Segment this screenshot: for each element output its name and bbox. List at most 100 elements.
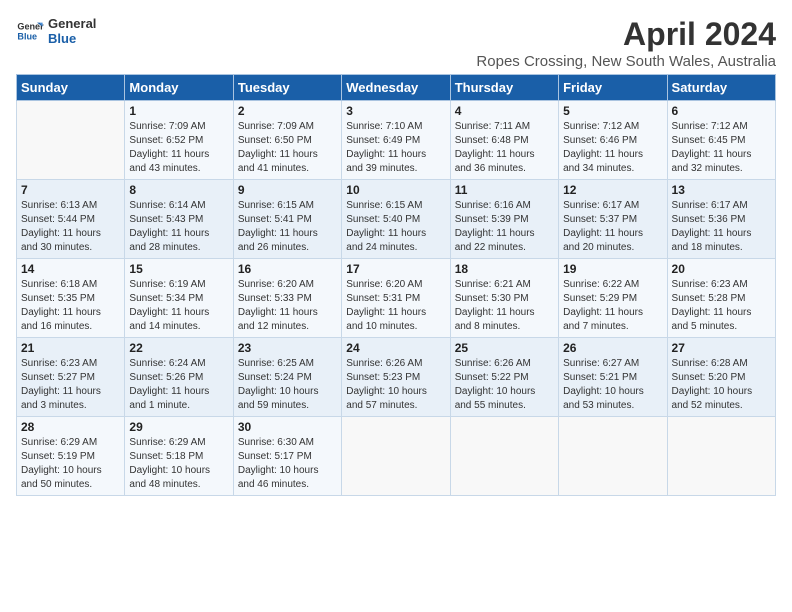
week-row-4: 21Sunrise: 6:23 AMSunset: 5:27 PMDayligh… — [17, 338, 776, 417]
day-number: 3 — [346, 104, 445, 118]
day-info: Sunrise: 6:30 AMSunset: 5:17 PMDaylight:… — [238, 436, 337, 492]
day-info-line: Sunset: 6:52 PM — [129, 135, 203, 146]
day-number: 13 — [672, 183, 771, 197]
day-info-line: Sunset: 5:26 PM — [129, 372, 203, 383]
calendar-cell — [559, 417, 667, 496]
day-number: 8 — [129, 183, 228, 197]
header: General Blue General Blue April 2024 Rop… — [16, 16, 776, 70]
day-info-line: and 41 minutes. — [238, 163, 309, 174]
day-info: Sunrise: 6:13 AMSunset: 5:44 PMDaylight:… — [21, 199, 120, 255]
week-row-5: 28Sunrise: 6:29 AMSunset: 5:19 PMDayligh… — [17, 417, 776, 496]
day-info-line: and 28 minutes. — [129, 242, 200, 253]
day-info: Sunrise: 7:09 AMSunset: 6:50 PMDaylight:… — [238, 120, 337, 176]
day-info-line: Sunset: 5:21 PM — [563, 372, 637, 383]
calendar-cell: 24Sunrise: 6:26 AMSunset: 5:23 PMDayligh… — [342, 338, 450, 417]
day-info-line: and 53 minutes. — [563, 400, 634, 411]
day-number: 29 — [129, 420, 228, 434]
day-info: Sunrise: 6:29 AMSunset: 5:18 PMDaylight:… — [129, 436, 228, 492]
calendar-cell — [342, 417, 450, 496]
calendar-cell — [667, 417, 775, 496]
day-info-line: Sunset: 5:31 PM — [346, 293, 420, 304]
calendar-cell: 30 Sunrise: 6:30 AMSunset: 5:17 PMDayligh… — [233, 417, 341, 496]
day-info-line: Daylight: 11 hours — [563, 228, 643, 239]
calendar-cell — [17, 101, 125, 180]
day-number: 16 — [238, 262, 337, 276]
day-info-line: Daylight: 11 hours — [672, 307, 752, 318]
day-info-line: Sunrise: 6:20 AM — [346, 279, 422, 290]
day-info-line: Sunrise: 6:23 AM — [672, 279, 748, 290]
day-info-line: Daylight: 11 hours — [455, 149, 535, 160]
day-info: Sunrise: 6:18 AMSunset: 5:35 PMDaylight:… — [21, 278, 120, 334]
calendar-cell: 5Sunrise: 7:12 AMSunset: 6:46 PMDaylight… — [559, 101, 667, 180]
day-info-line: Daylight: 11 hours — [129, 228, 209, 239]
day-info-line: Daylight: 11 hours — [563, 149, 643, 160]
day-number: 10 — [346, 183, 445, 197]
week-row-1: 1Sunrise: 7:09 AMSunset: 6:52 PMDaylight… — [17, 101, 776, 180]
day-info-line: Sunrise: 6:15 AM — [238, 200, 314, 211]
day-info-line: Sunset: 5:17 PM — [238, 451, 312, 462]
day-info-line: and 16 minutes. — [21, 321, 92, 332]
day-info-line: Daylight: 11 hours — [21, 386, 101, 397]
day-info: Sunrise: 7:12 AMSunset: 6:46 PMDaylight:… — [563, 120, 662, 176]
day-number: 1 — [129, 104, 228, 118]
day-info-line: Sunrise: 6:26 AM — [455, 358, 531, 369]
day-info-line: Daylight: 10 hours — [563, 386, 644, 397]
day-info-line: Sunrise: 6:13 AM — [21, 200, 97, 211]
day-number: 28 — [21, 420, 120, 434]
calendar: SundayMondayTuesdayWednesdayThursdayFrid… — [16, 74, 776, 496]
day-number: 27 — [672, 341, 771, 355]
day-info-line: and 24 minutes. — [346, 242, 417, 253]
day-info-line: and 3 minutes. — [21, 400, 87, 411]
day-info-line: Daylight: 11 hours — [129, 307, 209, 318]
calendar-cell: 15Sunrise: 6:19 AMSunset: 5:34 PMDayligh… — [125, 259, 233, 338]
calendar-body: 1Sunrise: 7:09 AMSunset: 6:52 PMDaylight… — [17, 101, 776, 496]
day-info-line: Sunrise: 6:15 AM — [346, 200, 422, 211]
day-header-wednesday: Wednesday — [342, 75, 450, 101]
day-info-line: and 8 minutes. — [455, 321, 521, 332]
day-info-line: Daylight: 10 hours — [672, 386, 753, 397]
day-number: 6 — [672, 104, 771, 118]
day-info-line: Sunrise: 6:22 AM — [563, 279, 639, 290]
main-title: April 2024 — [476, 16, 776, 53]
day-info-line: Daylight: 10 hours — [21, 465, 102, 476]
calendar-cell: 11Sunrise: 6:16 AMSunset: 5:39 PMDayligh… — [450, 180, 558, 259]
calendar-cell: 26Sunrise: 6:27 AMSunset: 5:21 PMDayligh… — [559, 338, 667, 417]
day-info-line: Sunrise: 6:20 AM — [238, 279, 314, 290]
day-info-line: Sunrise: 6:18 AM — [21, 279, 97, 290]
day-info: Sunrise: 6:14 AMSunset: 5:43 PMDaylight:… — [129, 199, 228, 255]
day-info-line: Sunrise: 7:11 AM — [455, 121, 530, 132]
day-info-line: Sunset: 5:35 PM — [21, 293, 95, 304]
day-info-line: and 5 minutes. — [672, 321, 738, 332]
day-number: 20 — [672, 262, 771, 276]
calendar-cell: 8 Sunrise: 6:14 AMSunset: 5:43 PMDaylight… — [125, 180, 233, 259]
day-info-line: Daylight: 11 hours — [455, 307, 535, 318]
day-info-line: and 14 minutes. — [129, 321, 200, 332]
calendar-cell: 18Sunrise: 6:21 AMSunset: 5:30 PMDayligh… — [450, 259, 558, 338]
calendar-cell: 28Sunrise: 6:29 AMSunset: 5:19 PMDayligh… — [17, 417, 125, 496]
day-number: 17 — [346, 262, 445, 276]
day-info-line: and 59 minutes. — [238, 400, 309, 411]
day-info-line: Daylight: 11 hours — [672, 228, 752, 239]
day-info-line: Sunrise: 6:21 AM — [455, 279, 531, 290]
day-info-line: and 43 minutes. — [129, 163, 200, 174]
day-info-line: Sunset: 5:41 PM — [238, 214, 312, 225]
day-number: 23 — [238, 341, 337, 355]
day-info-line: Sunset: 6:45 PM — [672, 135, 746, 146]
day-info-line: and 52 minutes. — [672, 400, 743, 411]
day-info-line: Sunset: 5:30 PM — [455, 293, 529, 304]
day-info-line: Daylight: 11 hours — [238, 307, 318, 318]
day-number: 30 — [238, 420, 337, 434]
day-number: 21 — [21, 341, 120, 355]
calendar-cell: 19Sunrise: 6:22 AMSunset: 5:29 PMDayligh… — [559, 259, 667, 338]
logo-icon: General Blue — [16, 17, 44, 45]
day-info-line: and 50 minutes. — [21, 479, 92, 490]
day-info-line: and 48 minutes. — [129, 479, 200, 490]
day-info-line: and 10 minutes. — [346, 321, 417, 332]
day-number: 9 — [238, 183, 337, 197]
day-info-line: and 20 minutes. — [563, 242, 634, 253]
logo: General Blue General Blue — [16, 16, 96, 46]
day-info-line: and 18 minutes. — [672, 242, 743, 253]
day-info-line: Daylight: 11 hours — [129, 149, 209, 160]
day-info-line: Sunrise: 6:19 AM — [129, 279, 205, 290]
day-info: Sunrise: 6:17 AMSunset: 5:37 PMDaylight:… — [563, 199, 662, 255]
